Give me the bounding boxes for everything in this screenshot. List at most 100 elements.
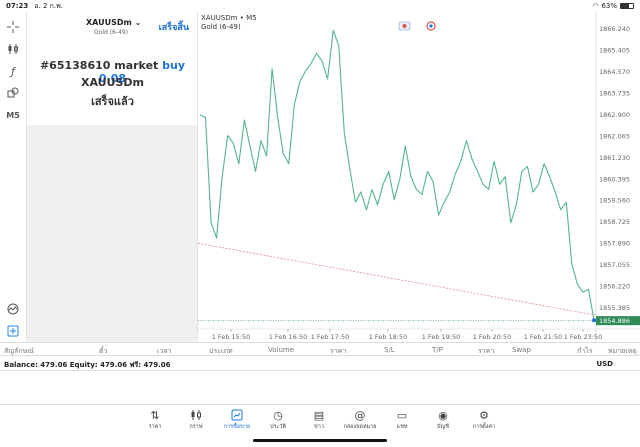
- y-tick-label: 1862.900: [599, 111, 630, 119]
- signal-dot-icon: [429, 24, 433, 28]
- tab-quotes[interactable]: ⇅ ราคา: [135, 409, 175, 431]
- y-tick-label: 1858.725: [599, 218, 630, 226]
- y-tick-label: 1855.385: [599, 304, 630, 312]
- positions-header: สัญลักษณ์ ตั๋ว เวลา ประเภท Volume ราคา S…: [0, 342, 640, 356]
- one-click-dot-icon: [402, 24, 407, 28]
- trend-line: [198, 242, 597, 316]
- price-chart-svg[interactable]: 1866.240 1865.405 1864.570 1863.735 1862.900…: [198, 12, 640, 342]
- battery-icon: [620, 3, 634, 9]
- chart-header-desc: Gold (6-49): [201, 23, 241, 31]
- objects-icon[interactable]: [2, 82, 24, 104]
- tab-chart-label: กราฟ: [189, 424, 203, 430]
- y-tick-label: 1864.570: [599, 68, 630, 76]
- col-sl: S/L: [384, 346, 395, 354]
- y-tick-label: 1857.055: [599, 261, 630, 269]
- chat-icon: ▭: [396, 409, 408, 422]
- crosshair-icon[interactable]: [2, 16, 24, 38]
- balance-currency: USD: [596, 360, 613, 368]
- chart-icon: [176, 409, 216, 423]
- quotes-icon: ⇅: [150, 409, 160, 422]
- status-time: 07:23: [6, 2, 29, 10]
- status-right: ◠ 63%: [592, 2, 634, 10]
- col-type: ประเภท: [209, 347, 233, 355]
- y-tick-label: 1863.735: [599, 90, 630, 98]
- tab-chart[interactable]: กราฟ: [176, 409, 216, 431]
- timeframe-button[interactable]: M5: [2, 104, 24, 126]
- x-tick-label: 1 Feb 17:50: [311, 333, 350, 341]
- tab-history-label: ประวัติ: [269, 424, 287, 430]
- tab-chat-label: แชท: [396, 424, 408, 430]
- add-order-icon[interactable]: [2, 320, 24, 342]
- panel-empty-area: [27, 125, 197, 342]
- y-tick-label: 1866.240: [599, 25, 630, 33]
- tab-account[interactable]: ◉ บัญชี: [423, 409, 463, 431]
- tab-settings-label: การตั้งค่า: [472, 424, 496, 430]
- tab-news-label: ข่าว: [314, 424, 324, 430]
- tab-history[interactable]: ◷ ประวัติ: [258, 409, 298, 431]
- tab-chat[interactable]: ▭ แชท: [382, 409, 422, 431]
- order-status: เสร็จแล้ว: [91, 95, 134, 108]
- x-tick-label: 1 Feb 20:50: [473, 333, 512, 341]
- col-time: เวลา: [157, 347, 172, 355]
- symbol-name: XAUUSDm: [86, 18, 132, 27]
- order-result-panel: XAUUSDm ⌄ Gold (6-49) เสร็จสิ้น #6513861…: [27, 12, 198, 342]
- tab-mailbox[interactable]: @ กล่องจดหมาย: [340, 409, 380, 431]
- tab-mailbox-label: กล่องจดหมาย: [343, 424, 377, 430]
- x-tick-label: 1 Feb 18:50: [369, 333, 408, 341]
- symbol-selector[interactable]: XAUUSDm ⌄: [86, 18, 141, 27]
- y-tick-label: 1857.890: [599, 240, 630, 248]
- chart-toolbar: ƒ M5: [0, 12, 27, 342]
- chart-header: XAUUSDm • M5 Gold (6-49): [201, 14, 257, 32]
- order-result-card: XAUUSDm ⌄ Gold (6-49) เสร็จสิ้น #6513861…: [27, 12, 197, 125]
- last-price-point: [592, 318, 596, 323]
- col-price: ราคา: [330, 347, 347, 355]
- settings-icon: ⚙: [479, 409, 489, 422]
- col-volume: Volume: [268, 346, 295, 354]
- status-date: อ. 2 ก.พ.: [34, 1, 63, 10]
- account-icon: ◉: [438, 409, 448, 422]
- wifi-icon: ◠: [592, 2, 599, 10]
- price-series-line: [199, 29, 595, 321]
- tab-account-label: บัญชี: [437, 424, 449, 430]
- y-tick-label: 1865.405: [599, 47, 630, 55]
- tab-quotes-label: ราคา: [148, 424, 162, 430]
- chevron-down-icon: ⌄: [134, 18, 142, 27]
- tab-settings[interactable]: ⚙ การตั้งค่า: [464, 409, 504, 431]
- current-price-label: 1854.886: [599, 317, 630, 325]
- y-tick-label: 1862.065: [599, 132, 630, 140]
- status-bar: 07:23 อ. 2 ก.พ. ◠ 63%: [0, 0, 640, 12]
- y-tick-label: 1861.230: [599, 154, 630, 162]
- news-icon: ▤: [313, 409, 325, 422]
- y-tick-label: 1856.220: [599, 282, 630, 290]
- balance-text: Balance: 479.06 Equity: 479.06 ฟรี: 479.…: [4, 361, 171, 369]
- tab-trade-label: การซื้อขาย: [223, 424, 251, 430]
- x-tick-label: 1 Feb 19:50: [422, 333, 461, 341]
- function-icon[interactable]: ƒ: [2, 60, 24, 82]
- order-symbol: XAUUSDm: [80, 76, 145, 89]
- done-button[interactable]: เสร็จสิ้น: [159, 20, 189, 34]
- tab-trade[interactable]: การซื้อขาย: [217, 409, 257, 431]
- tab-news[interactable]: ▤ ข่าว: [299, 409, 339, 431]
- battery-percent: 63%: [601, 2, 617, 10]
- price-chart[interactable]: 1866.240 1865.405 1864.570 1863.735 1862.900…: [198, 12, 640, 342]
- mailbox-icon: @: [354, 409, 366, 422]
- chart-activity-icon[interactable]: [2, 298, 24, 320]
- col-tp: T/P: [432, 346, 443, 354]
- x-tick-label: 1 Feb 15:50: [212, 333, 251, 341]
- balance-row: Balance: 479.06 Equity: 479.06 ฟรี: 479.…: [0, 357, 640, 371]
- x-tick-label: 1 Feb 23:50: [564, 333, 603, 341]
- x-tick-label: 1 Feb 16:50: [269, 333, 308, 341]
- x-tick-label: 1 Feb 21:50: [524, 333, 563, 341]
- order-prefix: #65138610 market: [39, 59, 159, 72]
- col-comment: หมายเหตุ: [608, 347, 637, 355]
- indicators-icon[interactable]: [2, 38, 24, 60]
- chart-header-symbol: XAUUSDm • M5: [201, 14, 257, 22]
- col-swap: Swap: [512, 346, 531, 354]
- col-price-current: ราคา: [478, 347, 495, 355]
- y-tick-label: 1860.395: [599, 175, 630, 183]
- col-symbol: สัญลักษณ์: [4, 347, 34, 355]
- home-indicator: [253, 439, 387, 442]
- col-ticket: ตั๋ว: [99, 347, 108, 355]
- y-tick-label: 1859.560: [599, 197, 630, 205]
- symbol-description: Gold (6-49): [94, 29, 129, 36]
